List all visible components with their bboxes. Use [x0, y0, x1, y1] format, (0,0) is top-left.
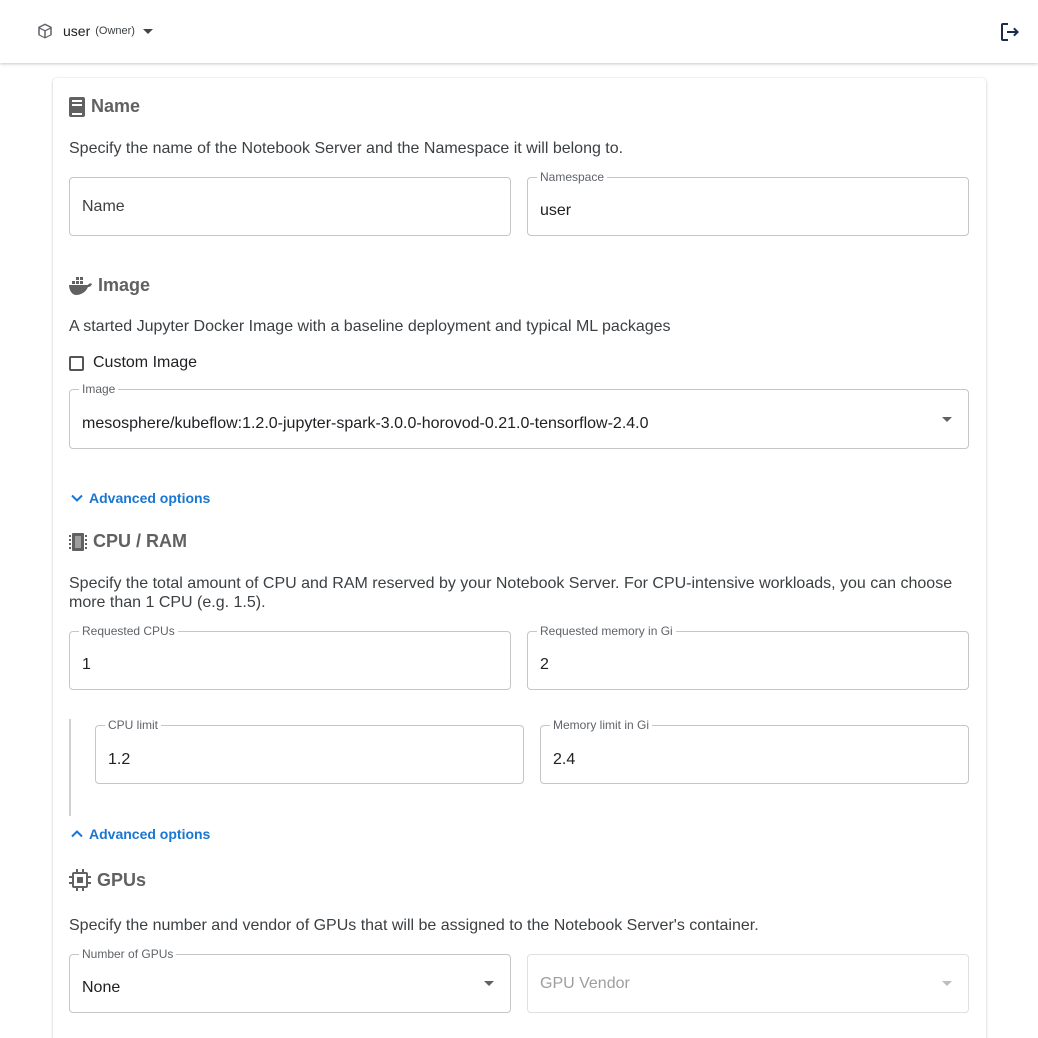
memory-chip-icon — [69, 532, 87, 552]
chevron-down-icon — [942, 981, 952, 986]
memory-limit-value: 2.4 — [553, 751, 576, 768]
number-of-gpus-label: Number of GPUs — [79, 947, 177, 961]
custom-image-label: Custom Image — [93, 354, 198, 371]
name-section-label: Name — [91, 96, 141, 116]
cpu-limit-label: CPU limit — [105, 718, 161, 732]
top-bar: user (Owner) — [0, 0, 1038, 63]
requested-cpus-label: Requested CPUs — [79, 624, 178, 638]
image-section-label: Image — [98, 275, 151, 295]
memory-limit-label: Memory limit in Gi — [550, 718, 653, 732]
cube-icon — [36, 22, 54, 40]
namespace-field[interactable]: Namespace user — [527, 170, 969, 236]
requested-memory-value: 2 — [540, 656, 549, 673]
requested-memory-field[interactable]: Requested memory in Gi 2 — [527, 624, 969, 690]
gpu-vendor-placeholder: GPU Vendor — [540, 975, 630, 992]
name-field[interactable]: Name — [69, 177, 511, 236]
advanced-options-label: Advanced options — [89, 490, 211, 506]
gpus-description: Specify the number and vendor of GPUs th… — [69, 917, 759, 934]
book-icon — [69, 96, 85, 117]
image-advanced-options-toggle[interactable]: Advanced options — [70, 490, 210, 506]
chevron-down-icon — [71, 494, 83, 502]
memory-limit-field[interactable]: Memory limit in Gi 2.4 — [540, 718, 969, 784]
namespace-name: user — [63, 23, 91, 39]
requested-cpus-field[interactable]: Requested CPUs 1 — [69, 624, 511, 690]
image-select-value: mesosphere/kubeflow:1.2.0-jupyter-spark-… — [82, 415, 649, 432]
chevron-down-icon — [484, 981, 494, 986]
number-of-gpus-select[interactable]: Number of GPUs None — [69, 947, 511, 1013]
cpu-advanced-options-toggle[interactable]: Advanced options — [70, 826, 210, 842]
cpu-ram-description-line1: Specify the total amount of CPU and RAM … — [69, 575, 953, 592]
number-of-gpus-value: None — [82, 979, 121, 996]
gpu-chip-icon — [69, 869, 91, 891]
advanced-options-label: Advanced options — [89, 826, 211, 842]
name-field-placeholder: Name — [82, 198, 125, 215]
image-select[interactable]: Image mesosphere/kubeflow:1.2.0-jupyter-… — [69, 382, 969, 449]
requested-memory-label: Requested memory in Gi — [537, 624, 676, 638]
cpu-ram-description-line2: more than 1 CPU (e.g. 1.5). — [69, 594, 266, 611]
cpu-limit-value: 1.2 — [108, 751, 131, 768]
cpu-ram-section-title: CPU / RAM — [69, 531, 187, 552]
namespace-role: (Owner) — [95, 25, 135, 37]
custom-image-checkbox[interactable]: Custom Image — [69, 354, 197, 372]
cpu-ram-section-label: CPU / RAM — [93, 531, 187, 551]
requested-cpus-value: 1 — [82, 656, 91, 673]
namespace-field-label: Namespace — [537, 170, 608, 184]
name-section-title: Name — [69, 96, 140, 117]
checkbox-box[interactable] — [69, 355, 84, 371]
name-section-description: Specify the name of the Notebook Server … — [69, 140, 624, 157]
gpus-section-label: GPUs — [97, 869, 147, 890]
gpu-vendor-select[interactable]: GPU Vendor — [527, 954, 969, 1013]
docker-icon — [69, 276, 92, 295]
logout-icon[interactable] — [998, 20, 1022, 44]
image-section-title: Image — [69, 275, 150, 296]
image-section-description: A started Jupyter Docker Image with a ba… — [69, 318, 671, 335]
namespace-selector[interactable]: user (Owner) — [36, 21, 153, 41]
cpu-limit-field[interactable]: CPU limit 1.2 — [95, 718, 524, 784]
chevron-down-icon — [142, 28, 153, 34]
gpus-section-title: GPUs — [69, 869, 146, 891]
advanced-group-divider — [69, 719, 71, 816]
image-select-label: Image — [79, 382, 119, 396]
namespace-field-value: user — [540, 202, 572, 219]
chevron-up-icon — [71, 830, 83, 838]
chevron-down-icon — [942, 417, 952, 422]
